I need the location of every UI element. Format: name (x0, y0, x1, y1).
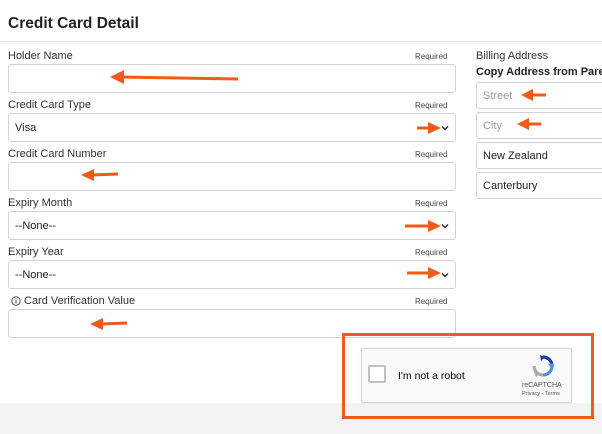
card-type-value: Visa (15, 121, 37, 134)
copy-address-link[interactable]: Copy Address from Parent (476, 66, 602, 78)
street-input[interactable]: Street (476, 82, 602, 109)
chevron-down-icon (441, 223, 449, 229)
billing-address-heading: Billing Address (476, 50, 549, 62)
region-field[interactable]: Canterbury (476, 172, 602, 199)
expiry-year-select[interactable]: --None-- (8, 260, 456, 289)
card-number-input[interactable] (8, 162, 456, 191)
card-type-required: Required (415, 101, 448, 110)
country-value: New Zealand (483, 149, 548, 162)
expiry-year-required: Required (415, 248, 448, 257)
expiry-year-label: Expiry Year (8, 246, 64, 258)
expiry-year-value: --None-- (15, 268, 56, 281)
info-icon[interactable] (11, 296, 21, 306)
city-input[interactable]: City (476, 112, 602, 139)
city-placeholder: City (483, 119, 502, 132)
card-type-select[interactable]: Visa (8, 113, 456, 142)
street-placeholder: Street (483, 89, 513, 102)
holder-name-required: Required (415, 52, 448, 61)
recaptcha-annotation-outline (342, 333, 594, 419)
expiry-month-required: Required (415, 199, 448, 208)
expiry-month-label: Expiry Month (8, 197, 73, 209)
expiry-month-select[interactable]: --None-- (8, 211, 456, 240)
country-field[interactable]: New Zealand (476, 142, 602, 169)
cvv-label: Card Verification Value (24, 295, 136, 307)
page-title: Credit Card Detail (8, 15, 139, 32)
holder-name-label: Holder Name (8, 50, 73, 62)
card-type-label: Credit Card Type (8, 99, 91, 111)
card-number-required: Required (415, 150, 448, 159)
cvv-required: Required (415, 297, 448, 306)
chevron-down-icon (441, 125, 449, 131)
chevron-down-icon (441, 272, 449, 278)
card-number-label: Credit Card Number (8, 148, 107, 160)
holder-name-input[interactable] (8, 64, 456, 93)
title-divider (0, 41, 602, 42)
region-value: Canterbury (483, 179, 538, 192)
expiry-month-value: --None-- (15, 219, 56, 232)
